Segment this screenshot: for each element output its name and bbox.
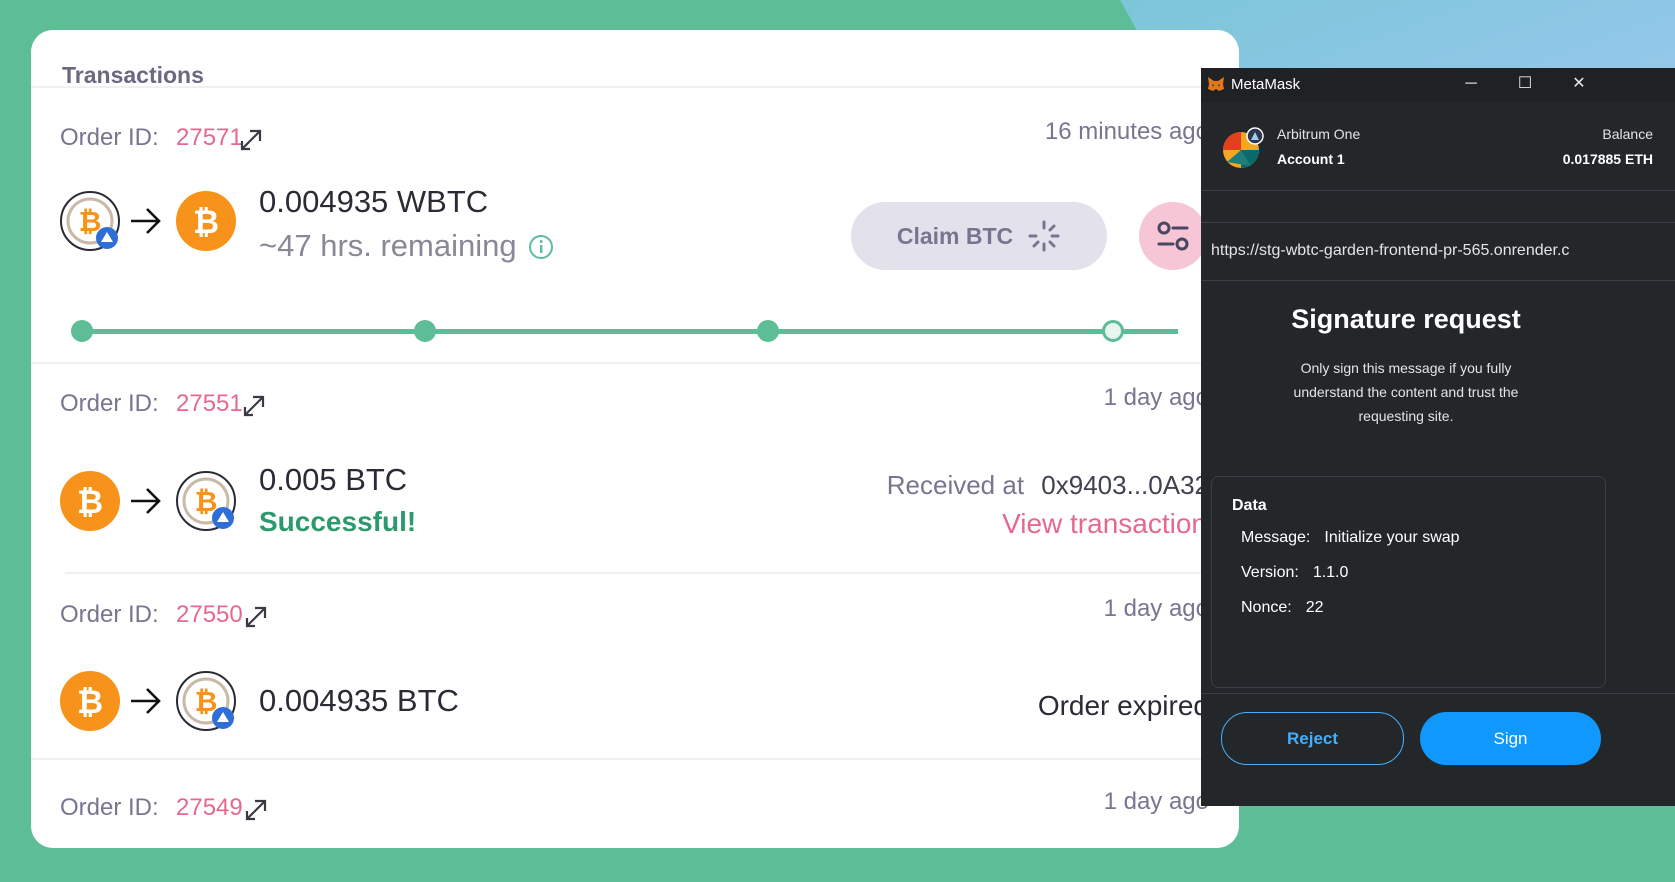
order-id-label: Order ID:	[60, 124, 159, 151]
btc-icon: ₿	[60, 471, 120, 531]
info-icon[interactable]	[528, 234, 554, 260]
maximize-icon[interactable]: ☐	[1513, 72, 1537, 96]
progress-step	[71, 320, 93, 342]
data-value: 1.1.0	[1312, 564, 1349, 581]
account-avatar[interactable]	[1221, 126, 1265, 170]
origin-url: https://stg-wbtc-garden-frontend-pr-565.…	[1211, 242, 1570, 259]
order-id-label: Order ID:	[60, 601, 159, 628]
order-id-label: Order ID:	[60, 390, 159, 417]
loading-spinner-icon	[1028, 220, 1060, 252]
wbtc-icon: ₿	[60, 191, 120, 251]
window-titlebar[interactable]: MetaMask ─ ☐ ✕	[1201, 68, 1675, 102]
data-row-nonce: Nonce: 22	[1241, 599, 1324, 617]
divider	[31, 362, 1239, 364]
svg-text:₿: ₿	[193, 203, 219, 241]
metamask-fox-icon	[1208, 77, 1224, 91]
external-link-icon[interactable]	[243, 797, 269, 823]
data-key: Nonce:	[1241, 599, 1292, 616]
sliders-icon	[1157, 221, 1189, 251]
status-expired: Order expired	[1037, 690, 1209, 721]
sign-button[interactable]: Sign	[1420, 712, 1601, 765]
data-value: Initialize your swap	[1324, 529, 1460, 546]
order-amount: 0.004935 WBTC	[259, 184, 489, 219]
order-details-button[interactable]	[1139, 202, 1207, 270]
external-link-icon[interactable]	[238, 127, 264, 153]
data-key: Message:	[1241, 529, 1311, 546]
order-id-link[interactable]: 27551	[176, 390, 243, 418]
progress-step-pending	[1102, 320, 1124, 342]
order-id-link[interactable]: 27549	[176, 794, 243, 822]
order-id-link[interactable]: 27550	[176, 601, 243, 629]
claim-btc-label: Claim BTC	[896, 222, 1014, 249]
metamask-window: MetaMask ─ ☐ ✕ Arbitrum One Account 1 Ba…	[1201, 68, 1675, 806]
received-label: Received at	[886, 470, 1025, 500]
order-amount: 0.004935 BTC	[259, 683, 459, 718]
divider	[1201, 222, 1675, 223]
progress-step	[414, 320, 436, 342]
data-panel: Data Message: Initialize your swap Versio…	[1211, 476, 1606, 688]
received-at: Received at 0x9403...0A32	[887, 470, 1209, 501]
minimize-icon[interactable]: ─	[1459, 72, 1483, 96]
external-link-icon[interactable]	[241, 393, 267, 419]
status-success: Successful!	[259, 506, 417, 537]
transactions-card: Transactions Order ID: 27571 16 minutes …	[31, 30, 1239, 848]
data-value: 22	[1305, 599, 1324, 616]
order-amount: 0.005 BTC	[259, 462, 408, 497]
order-time: 1 day ago	[1103, 384, 1209, 411]
balance-value: 0.017885 ETH	[1562, 151, 1653, 167]
signature-request-heading: Signature request	[1291, 304, 1521, 334]
divider	[1201, 693, 1675, 694]
data-panel-title: Data	[1232, 497, 1267, 514]
view-transaction-link[interactable]: View transaction	[1002, 508, 1207, 540]
card-title: Transactions	[62, 62, 204, 88]
divider	[31, 758, 1239, 760]
data-key: Version:	[1241, 564, 1299, 581]
order-id-label: Order ID:	[60, 794, 159, 821]
progress-step	[757, 320, 779, 342]
close-icon[interactable]: ✕	[1567, 72, 1591, 96]
progress-track	[81, 329, 1178, 334]
data-row-version: Version: 1.1.0	[1241, 564, 1348, 582]
window-title: MetaMask	[1231, 76, 1301, 93]
divider	[1201, 190, 1675, 191]
order-id-link[interactable]: 27571	[176, 124, 243, 152]
wbtc-icon: ₿	[176, 671, 236, 731]
data-row-message: Message: Initialize your swap	[1241, 529, 1460, 547]
network-name[interactable]: Arbitrum One	[1277, 126, 1360, 142]
signature-warning-text: Only sign this message if you fully unde…	[1293, 360, 1519, 424]
claim-btc-button[interactable]: Claim BTC	[851, 202, 1107, 270]
order-time: 1 day ago	[1103, 788, 1209, 815]
arrow-right-icon	[131, 208, 161, 234]
btc-icon: ₿	[176, 191, 236, 251]
balance-label: Balance	[1602, 126, 1653, 142]
order-time: 16 minutes ago	[1044, 118, 1209, 145]
arrow-right-icon	[131, 488, 161, 514]
svg-text:₿: ₿	[77, 483, 103, 521]
divider	[65, 572, 1205, 574]
order-time: 1 day ago	[1103, 595, 1209, 622]
arrow-right-icon	[131, 688, 161, 714]
btc-icon: ₿	[60, 671, 120, 731]
external-link-icon[interactable]	[243, 604, 269, 630]
divider	[1201, 280, 1675, 281]
divider	[31, 86, 1239, 88]
time-remaining: ~47 hrs. remaining	[259, 228, 517, 263]
svg-text:₿: ₿	[77, 683, 103, 721]
reject-button[interactable]: Reject	[1221, 712, 1404, 765]
wbtc-icon: ₿	[176, 471, 236, 531]
account-name[interactable]: Account 1	[1277, 151, 1345, 167]
received-address: 0x9403...0A32	[1041, 470, 1209, 500]
